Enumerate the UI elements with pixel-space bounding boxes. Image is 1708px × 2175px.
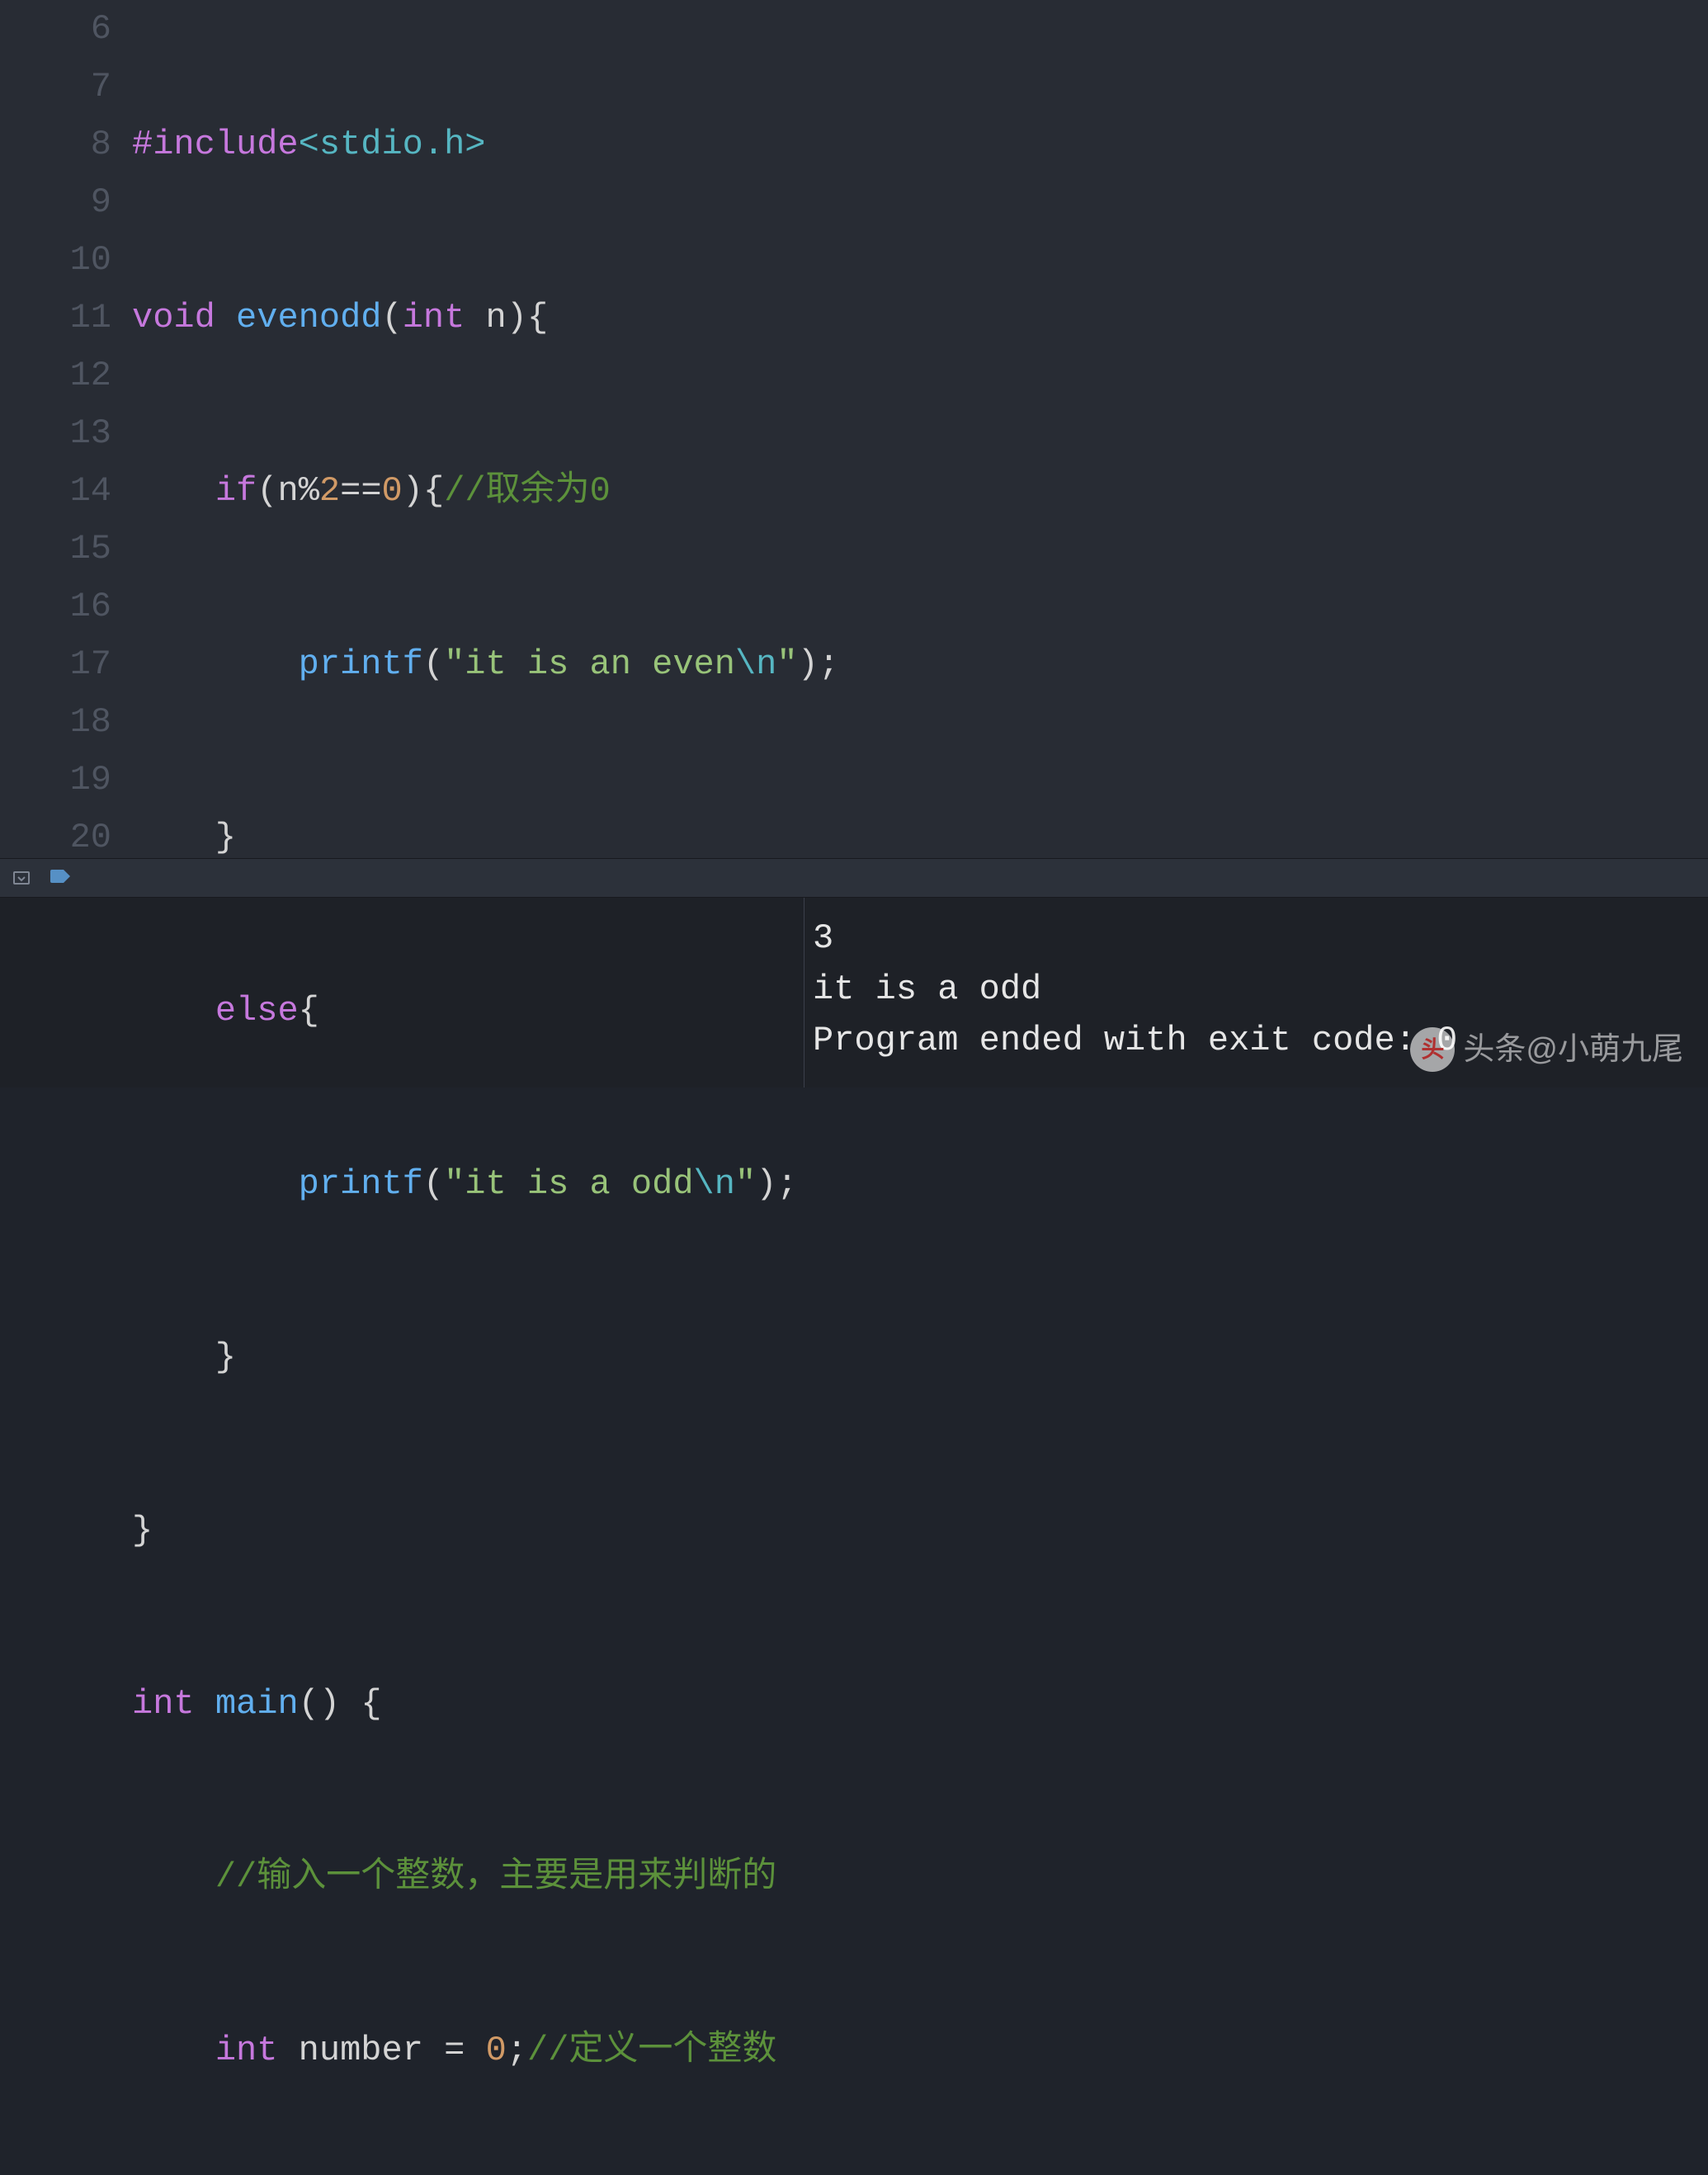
console-line: it is a odd xyxy=(813,970,1041,1009)
code-area[interactable]: #include<stdio.h> void evenodd(int n){ i… xyxy=(132,0,1708,858)
code-line[interactable]: int number = 0;//定义一个整数 xyxy=(132,2022,1708,2079)
line-number: 19 xyxy=(0,751,111,809)
code-editor[interactable]: 6 7 8 9 10 11 12 13 14 15 16 17 18 19 20… xyxy=(0,0,1708,858)
code-line[interactable]: int main() { xyxy=(132,1675,1708,1733)
code-line[interactable]: printf("it is a odd\n"); xyxy=(132,1155,1708,1213)
line-number: 13 xyxy=(0,404,111,462)
line-number: 17 xyxy=(0,635,111,693)
code-line[interactable]: } xyxy=(132,1502,1708,1559)
console-line: 3 xyxy=(813,918,833,958)
line-number: 9 xyxy=(0,173,111,231)
code-line[interactable]: } xyxy=(132,1328,1708,1386)
code-line[interactable]: if(n%2==0){//取余为0 xyxy=(132,462,1708,520)
line-number: 20 xyxy=(0,809,111,866)
line-number: 8 xyxy=(0,116,111,173)
code-line[interactable]: #include<stdio.h> xyxy=(132,116,1708,173)
code-line[interactable]: } xyxy=(132,809,1708,866)
line-number: 10 xyxy=(0,231,111,289)
line-number: 14 xyxy=(0,462,111,520)
watermark: 头 头条@小萌九尾 xyxy=(1410,1024,1683,1075)
output-console: 3 it is a odd Program ended with exit co… xyxy=(0,898,1708,1088)
console-output[interactable]: 3 it is a odd Program ended with exit co… xyxy=(804,898,1708,1088)
code-line[interactable]: //输入一个整数，主要是用来判断的 xyxy=(132,1848,1708,1906)
line-number-gutter: 6 7 8 9 10 11 12 13 14 15 16 17 18 19 20 xyxy=(0,0,132,858)
line-number: 6 xyxy=(0,0,111,58)
line-number: 12 xyxy=(0,347,111,404)
watermark-text: 头条@小萌九尾 xyxy=(1463,1024,1683,1075)
line-number: 7 xyxy=(0,58,111,116)
watermark-logo-icon: 头 xyxy=(1410,1027,1455,1072)
line-number: 18 xyxy=(0,693,111,751)
code-line[interactable]: void evenodd(int n){ xyxy=(132,289,1708,347)
line-number: 11 xyxy=(0,289,111,347)
console-left-pane[interactable] xyxy=(0,898,804,1088)
line-number: 15 xyxy=(0,520,111,578)
tag-icon[interactable] xyxy=(50,866,73,889)
line-number: 16 xyxy=(0,578,111,635)
console-line: Program ended with exit code: 0 xyxy=(813,1021,1457,1060)
code-line[interactable]: printf("it is an even\n"); xyxy=(132,635,1708,693)
toggle-panel-icon[interactable] xyxy=(10,866,33,889)
